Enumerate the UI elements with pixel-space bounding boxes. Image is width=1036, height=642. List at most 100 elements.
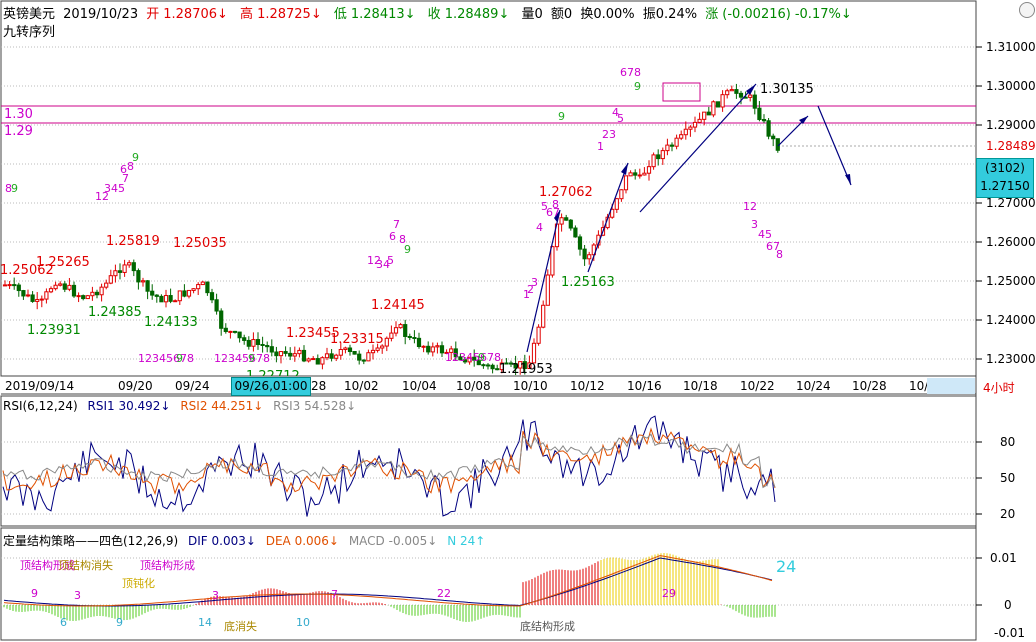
candle-body <box>481 364 486 367</box>
price-annotation: 1.25035 <box>173 236 227 251</box>
nine-turn-mark: 8 <box>552 198 559 211</box>
close-label: 收 <box>427 7 441 22</box>
candle-body <box>67 284 72 290</box>
candle-body <box>766 120 771 137</box>
candle-body <box>85 295 90 300</box>
candle-body <box>329 353 334 359</box>
dea-value: DEA 0.006↓ <box>265 534 339 548</box>
candle-body <box>393 327 399 334</box>
candle-body <box>738 92 744 98</box>
macd-signal-label: 顶结构形成 <box>140 559 195 572</box>
candle-body <box>614 198 619 210</box>
trend-lines <box>526 83 852 353</box>
volume: 量0 <box>521 7 543 22</box>
x-axis-label: 09/20 <box>118 379 153 393</box>
macd-count: 14 <box>198 616 212 629</box>
price-annotation: 1.25819 <box>106 234 160 249</box>
candle-body <box>113 270 118 277</box>
nine-turn-mark: 23 <box>602 128 616 141</box>
candle-body <box>44 291 49 300</box>
candle-body <box>145 280 150 292</box>
x-axis-label: 10/08 <box>456 379 491 393</box>
candle-body <box>283 351 288 354</box>
change-value: (-0.00216) <box>722 7 791 22</box>
candle-body <box>725 90 730 96</box>
price-tick: 1.29000 <box>986 118 1036 132</box>
nine-turn-mark: 9 <box>176 352 183 365</box>
x-axis-label: 10/22 <box>740 379 775 393</box>
candle-body <box>426 345 431 353</box>
candle-body <box>619 189 624 200</box>
macd-count: 7 <box>331 588 338 601</box>
candle-body <box>39 298 44 301</box>
price-annotation: 1.27062 <box>539 185 593 200</box>
candle-body <box>140 280 146 283</box>
nine-turn-mark: 678 <box>620 66 641 79</box>
candle-body <box>177 290 182 302</box>
candle-body <box>412 337 417 340</box>
candle-body <box>7 284 12 287</box>
nine-turn-mark: 12 <box>743 200 757 213</box>
macd-signal-label: 底结构形成 <box>520 620 575 633</box>
candle-body <box>573 227 578 238</box>
candle-body <box>637 174 642 177</box>
candle-body <box>154 294 159 297</box>
macd-count: 6 <box>60 616 67 629</box>
dif-value: DIF 0.003↓ <box>188 534 256 548</box>
candle-body <box>292 353 297 357</box>
nine-turn-mark: 9 <box>248 352 255 365</box>
x-scroll-thumb[interactable] <box>927 378 975 394</box>
candle-body <box>173 300 178 303</box>
price-tick: 1.25000 <box>986 274 1036 288</box>
candle-body <box>568 219 573 229</box>
x-axis-label: 10/28 <box>852 379 887 393</box>
price-box-value: 1.27150 <box>980 179 1030 193</box>
x-axis-label: 10/18 <box>683 379 718 393</box>
macd-title[interactable]: 定量结构策略——四色(12,26,9) <box>3 534 178 548</box>
macd-value: MACD -0.005↓ <box>348 534 438 548</box>
candle-body <box>702 111 707 120</box>
macd-signal-label: 顶钝化 <box>122 577 155 590</box>
change-pct: -0.17%↓ <box>794 7 852 22</box>
macd-count: 3 <box>74 589 81 602</box>
candle-body <box>306 358 311 362</box>
nine-turn-mark: 9 <box>404 243 411 256</box>
scroll-up-button[interactable] <box>1019 2 1035 18</box>
x-axis-label: 10/04 <box>402 379 437 393</box>
candle-body <box>168 295 173 302</box>
candle-body <box>720 94 725 108</box>
price-gridlines <box>1 46 976 360</box>
candle-body <box>577 236 583 250</box>
candle-body <box>205 281 210 294</box>
candle-body <box>30 294 35 302</box>
macd-count: 3 <box>212 589 219 602</box>
candle-body <box>541 304 546 328</box>
macd-count: 9 <box>116 616 123 629</box>
candle-body <box>688 126 693 130</box>
candle-body <box>320 357 325 365</box>
nine-turn-mark: 1 <box>597 140 604 153</box>
candle-body <box>62 283 67 290</box>
period-selector[interactable]: 4小时 <box>983 379 1015 396</box>
price-annotation: 1.23315 <box>330 332 384 347</box>
candle-body <box>237 331 242 339</box>
macd-count: 22 <box>437 587 451 600</box>
low-label: 低 <box>333 7 347 22</box>
candle-body <box>274 351 279 357</box>
rsi3-value: RSI3 54.528↓ <box>273 399 357 413</box>
quote-date: 2019/10/23 <box>63 7 139 22</box>
price-tick: 1.27000 <box>986 196 1036 210</box>
candle-body <box>311 358 316 361</box>
price-annotation: 1.24385 <box>88 305 142 320</box>
candle-body <box>223 327 228 333</box>
candle-body <box>182 290 187 297</box>
candle-body <box>297 349 302 355</box>
candle-body <box>209 292 215 301</box>
rsi-title[interactable]: RSI(6,12,24) <box>3 399 78 413</box>
price-tick: 1.31000 <box>986 40 1036 54</box>
rsi2-value: RSI2 44.251↓ <box>180 399 264 413</box>
open-value: 1.28706↓ <box>163 7 228 22</box>
price-box-count: (3102) <box>985 161 1025 175</box>
indicator-name[interactable]: 九转序列 <box>3 21 55 40</box>
x-axis-label: 10/12 <box>570 379 605 393</box>
